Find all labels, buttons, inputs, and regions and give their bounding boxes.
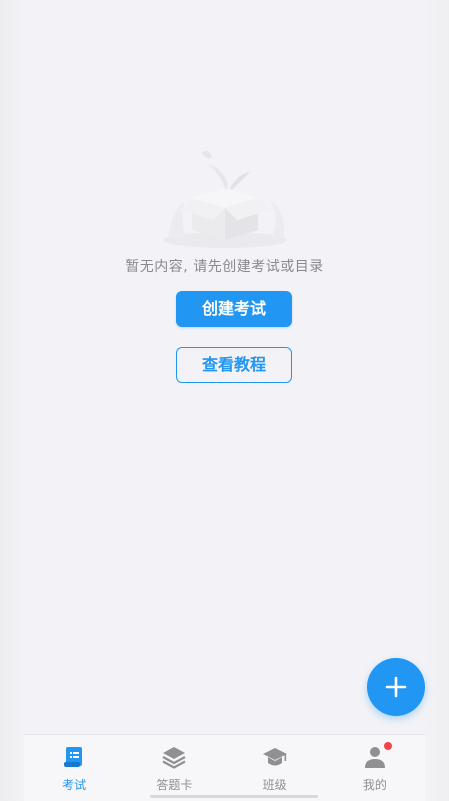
tab-class[interactable]: 班级 <box>225 735 325 801</box>
empty-state: 暂无内容, 请先创建考试或目录 <box>0 140 449 276</box>
app-screen: 暂无内容, 请先创建考试或目录 创建考试 查看教程 考试 答题卡 班级 我的 <box>0 0 449 801</box>
tab-answer-card-label: 答题卡 <box>156 778 193 792</box>
add-fab-button[interactable] <box>367 658 425 716</box>
empty-message: 暂无内容, 请先创建考试或目录 <box>125 259 324 275</box>
tab-exam[interactable]: 考试 <box>24 735 124 801</box>
create-exam-button[interactable]: 创建考试 <box>176 291 292 327</box>
layers-icon <box>162 747 186 769</box>
plus-icon <box>385 676 407 698</box>
tab-class-label: 班级 <box>262 778 287 792</box>
graduation-cap-icon <box>262 748 287 766</box>
home-indicator[interactable] <box>150 795 318 798</box>
user-icon-wrapper <box>362 742 392 770</box>
empty-box-illustration <box>162 150 287 248</box>
bottom-tab-bar: 考试 答题卡 班级 我的 <box>24 734 425 801</box>
tab-answer-card[interactable]: 答题卡 <box>124 735 224 801</box>
tab-mine[interactable]: 我的 <box>325 735 425 801</box>
tab-exam-label: 考试 <box>62 778 87 792</box>
view-tutorial-button[interactable]: 查看教程 <box>176 347 292 383</box>
exam-scroll-icon <box>64 747 83 767</box>
tab-mine-label: 我的 <box>362 778 387 792</box>
notification-badge <box>383 742 392 750</box>
